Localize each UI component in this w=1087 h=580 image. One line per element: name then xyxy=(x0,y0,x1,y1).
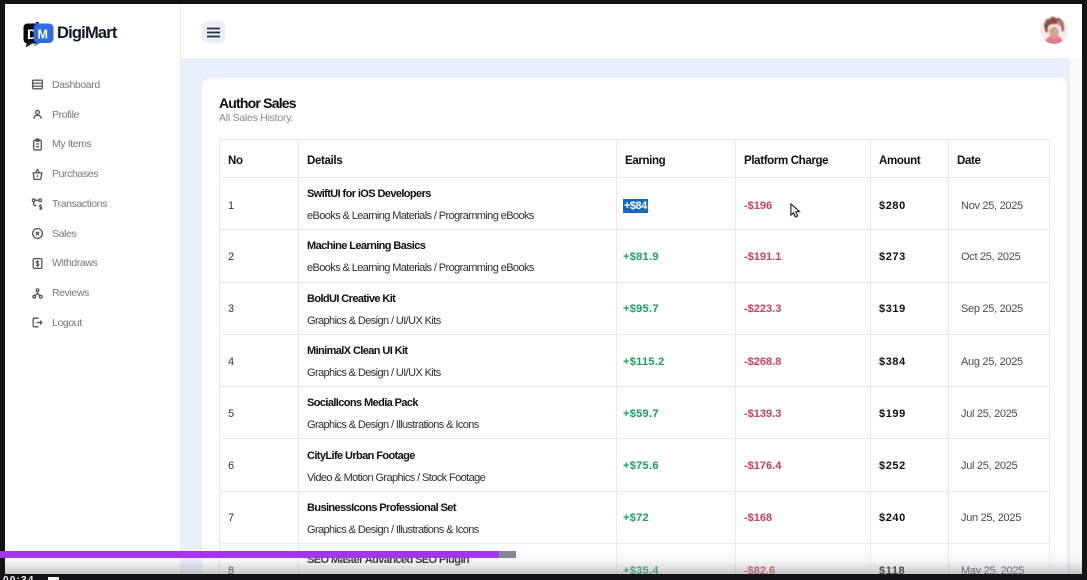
svg-text:M: M xyxy=(38,28,48,42)
